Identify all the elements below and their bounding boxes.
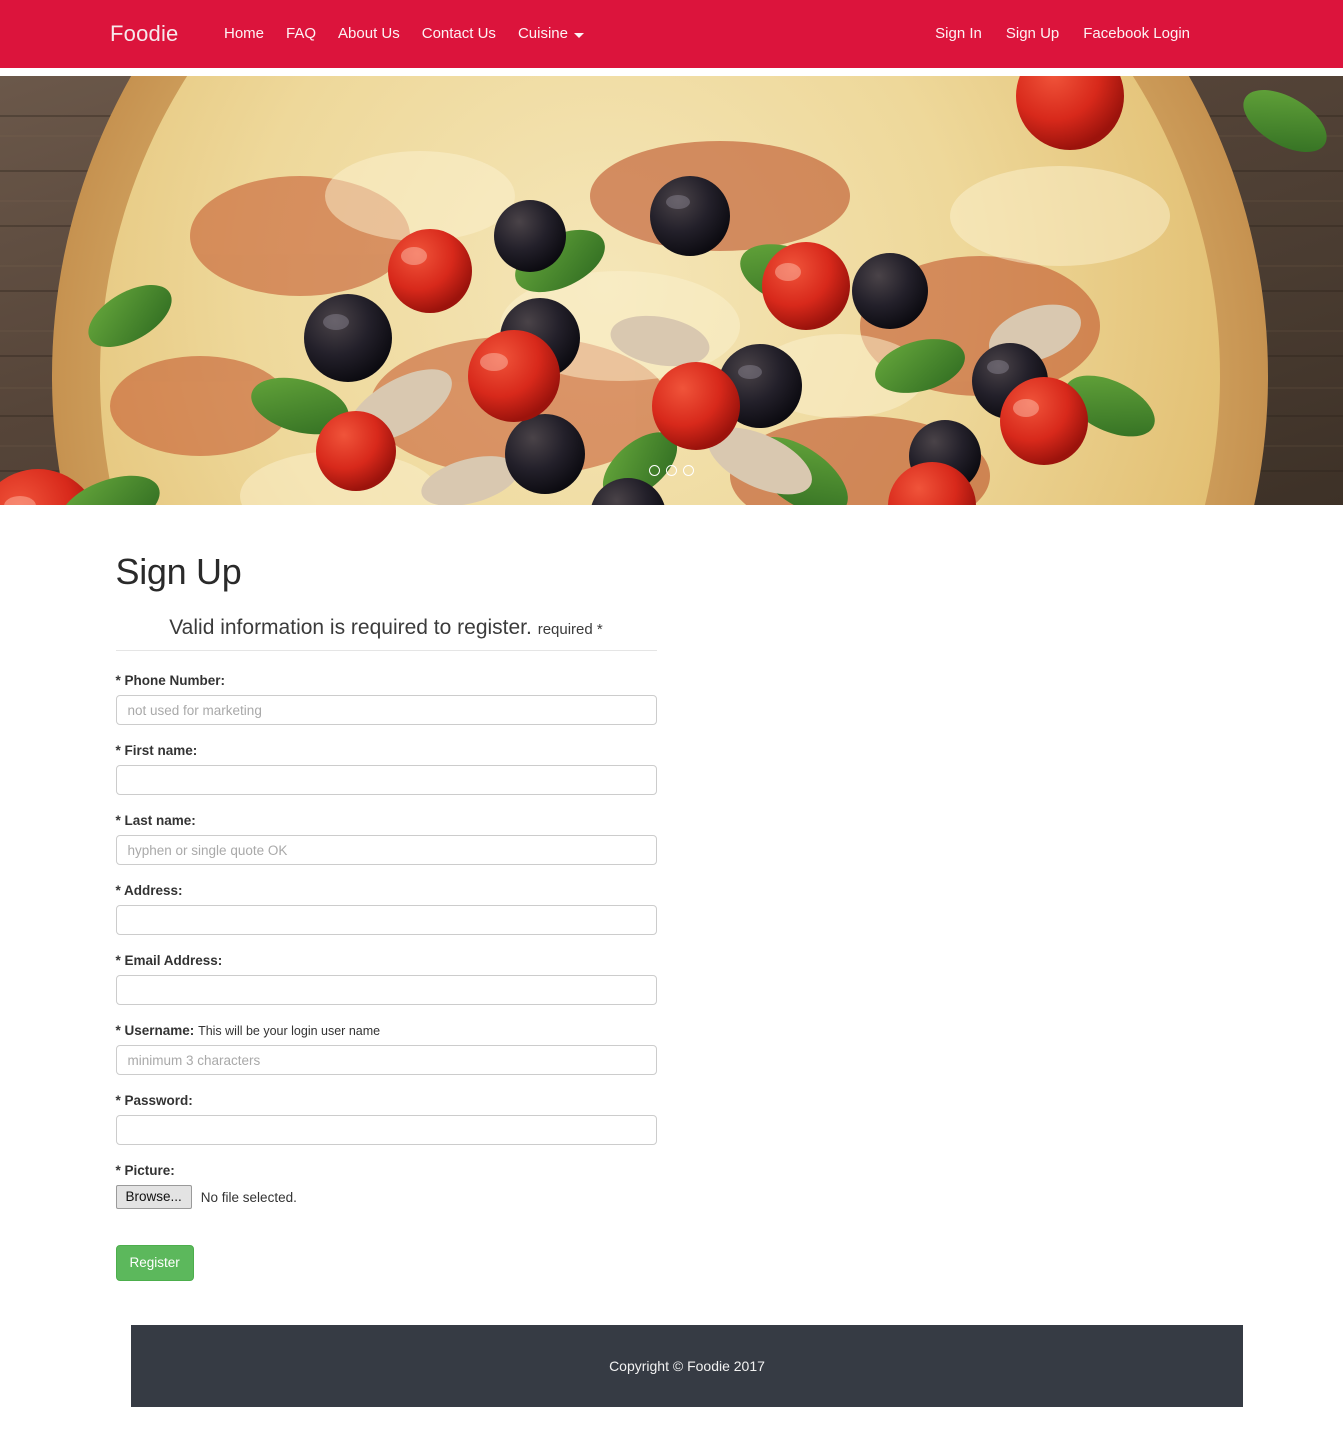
- nav-dropdown-cuisine[interactable]: Cuisine: [518, 23, 606, 45]
- carousel-indicator-2[interactable]: [666, 465, 677, 476]
- nav-link-faq[interactable]: FAQ: [286, 23, 338, 45]
- nav-link-home[interactable]: Home: [224, 23, 286, 45]
- email-address-input[interactable]: [115, 975, 657, 1005]
- form-group-picture: * Picture: Browse... No file selected.: [115, 1162, 657, 1209]
- username-input[interactable]: [115, 1045, 657, 1075]
- nav-link-facebook-login[interactable]: Facebook Login: [1083, 23, 1214, 45]
- main-content: Sign Up Valid information is required to…: [0, 505, 1343, 1281]
- page-title: Sign Up: [115, 551, 242, 592]
- form-group-email-address: * Email Address:: [115, 952, 657, 1005]
- page-footer: Copyright © Foodie 2017: [131, 1325, 1243, 1407]
- first-name-input[interactable]: [115, 765, 657, 795]
- form-group-first-name: * First name:: [115, 742, 657, 795]
- label-username: * Username: This will be your login user…: [116, 1022, 657, 1040]
- primary-nav: Home FAQ About Us Contact Us Cuisine: [224, 23, 606, 45]
- label-email-address: * Email Address:: [115, 953, 223, 968]
- label-last-name: * Last name:: [115, 813, 196, 828]
- account-nav: Sign In Sign Up Facebook Login: [935, 23, 1214, 45]
- nav-link-about-us[interactable]: About Us: [338, 23, 422, 45]
- label-picture: * Picture:: [115, 1163, 175, 1178]
- carousel-indicators: [0, 465, 1343, 476]
- file-selected-status: No file selected.: [200, 1189, 297, 1205]
- nav-link-sign-up[interactable]: Sign Up: [1006, 23, 1083, 45]
- copyright-text: Copyright © Foodie 2017: [609, 1358, 765, 1374]
- label-address: * Address:: [115, 883, 183, 898]
- last-name-input[interactable]: [115, 835, 657, 865]
- form-group-username: * Username: This will be your login user…: [115, 1022, 657, 1075]
- nav-link-contact-us[interactable]: Contact Us: [422, 23, 518, 45]
- phone-number-input[interactable]: [115, 695, 657, 725]
- label-phone-number: * Phone Number:: [115, 673, 226, 688]
- form-group-address: * Address:: [115, 882, 657, 935]
- password-input[interactable]: [115, 1115, 657, 1145]
- form-legend-main: Valid information is required to registe…: [169, 616, 532, 639]
- chevron-down-icon: [573, 32, 584, 38]
- label-username-text: * Username:: [115, 1023, 195, 1038]
- address-input[interactable]: [115, 905, 657, 935]
- register-button[interactable]: Register: [115, 1245, 194, 1281]
- label-password: * Password:: [115, 1093, 193, 1108]
- form-legend: Valid information is required to registe…: [115, 615, 657, 651]
- form-legend-required-note: required *: [537, 621, 603, 638]
- form-group-password: * Password:: [115, 1092, 657, 1145]
- hero-pizza-image: [0, 76, 1343, 505]
- nav-link-sign-in[interactable]: Sign In: [935, 23, 1006, 45]
- signup-form: Valid information is required to registe…: [115, 615, 657, 1281]
- browse-button[interactable]: Browse...: [115, 1185, 192, 1209]
- nav-dropdown-cuisine-label: Cuisine: [517, 25, 568, 42]
- label-first-name: * First name:: [115, 743, 198, 758]
- carousel-indicator-3[interactable]: [683, 465, 694, 476]
- top-navbar: Foodie Home FAQ About Us Contact Us Cuis…: [0, 0, 1343, 68]
- brand-logo[interactable]: Foodie: [110, 20, 178, 48]
- form-group-phone-number: * Phone Number:: [115, 672, 657, 725]
- file-upload-row: Browse... No file selected.: [115, 1185, 657, 1209]
- carousel-indicator-1[interactable]: [649, 465, 660, 476]
- username-help-text: This will be your login user name: [198, 1024, 381, 1038]
- hero-carousel[interactable]: [0, 76, 1343, 505]
- form-group-last-name: * Last name:: [115, 812, 657, 865]
